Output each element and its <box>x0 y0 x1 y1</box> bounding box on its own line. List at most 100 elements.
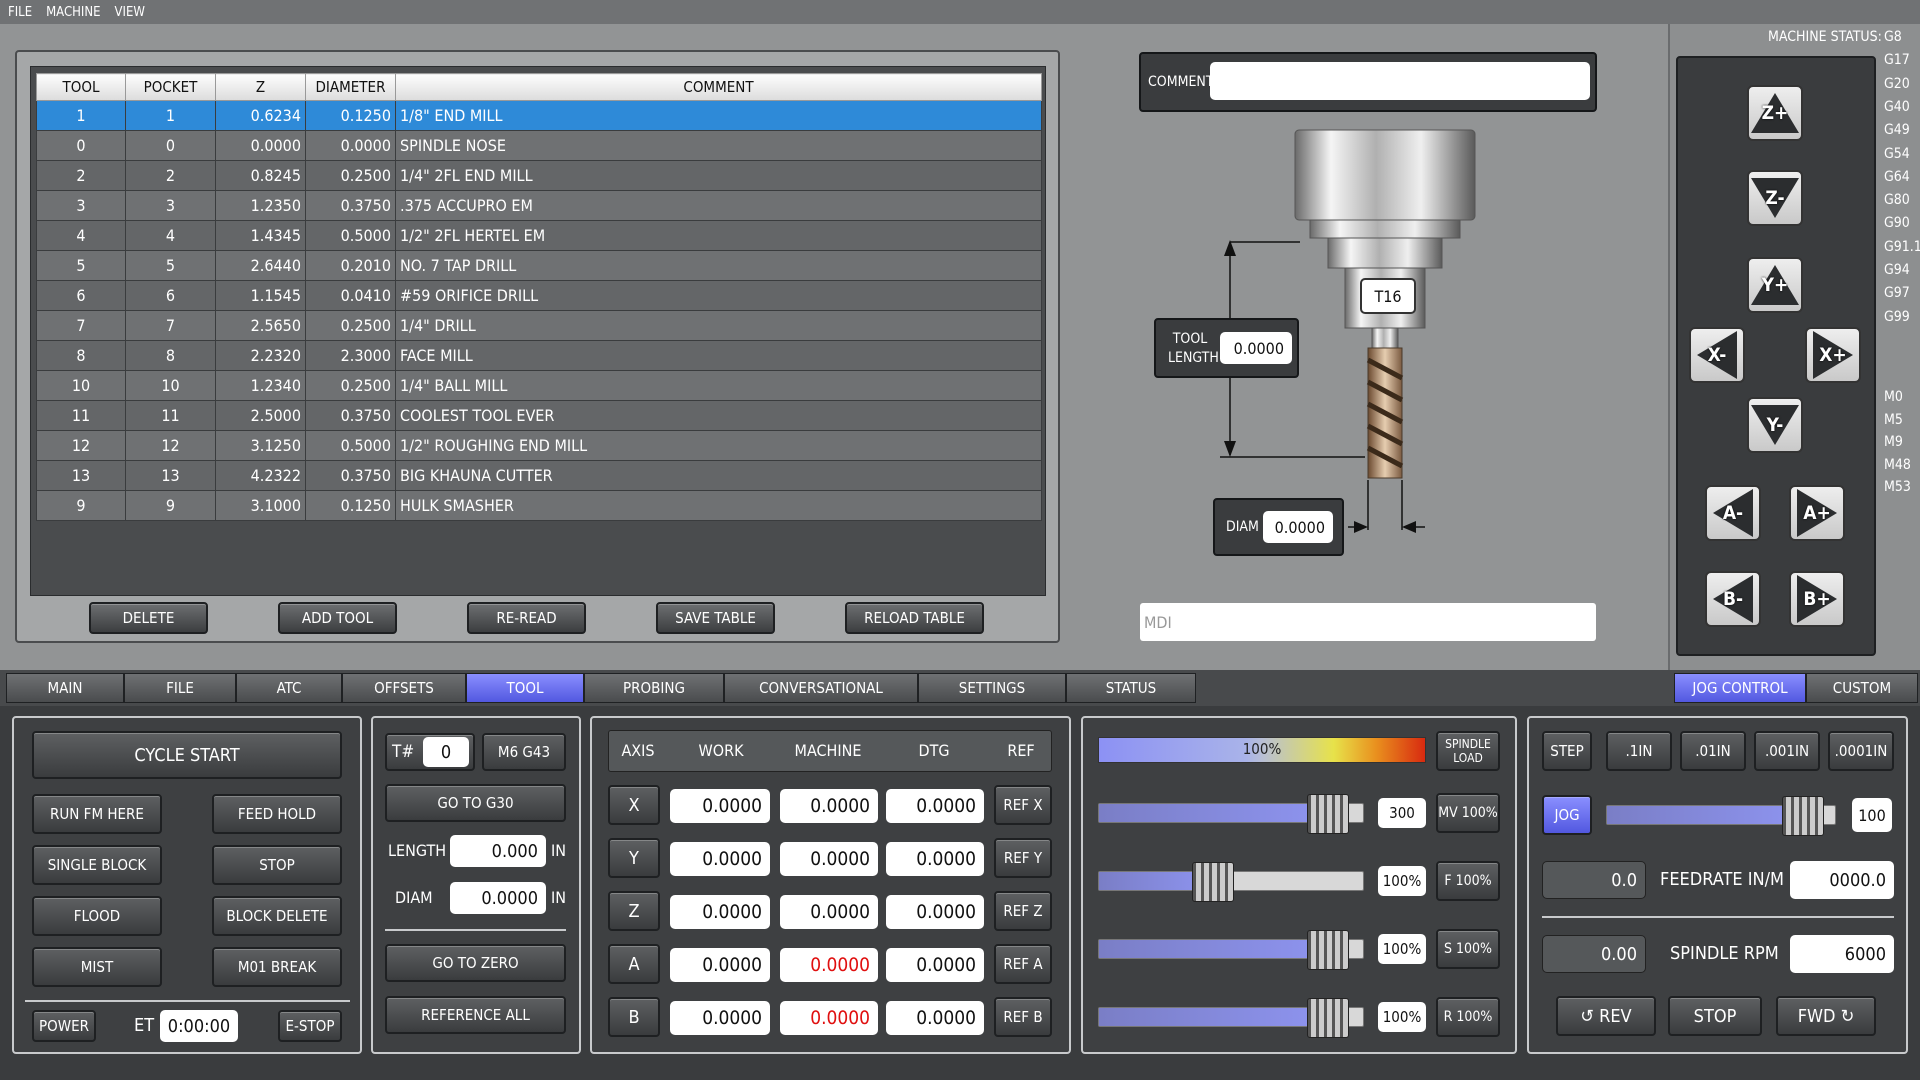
cell-tool[interactable]: 10 <box>36 370 126 401</box>
cell-comment[interactable]: HULK SMASHER <box>395 490 1042 521</box>
inc-00001-button[interactable]: .0001IN <box>1828 731 1894 771</box>
mdi-input[interactable]: MDI <box>1140 603 1596 641</box>
cell-comment[interactable]: #59 ORIFICE DRILL <box>395 280 1042 311</box>
table-row[interactable]: 13 13 4.2322 0.3750 BIG KHAUNA CUTTER <box>36 460 1042 491</box>
tab-probing[interactable]: PROBING <box>584 673 724 703</box>
rapid-override-thumb[interactable] <box>1306 998 1349 1038</box>
cell-diameter[interactable]: 0.3750 <box>305 400 396 431</box>
cell-comment[interactable]: FACE MILL <box>395 340 1042 371</box>
feed-override-slider[interactable] <box>1098 862 1364 902</box>
cell-comment[interactable]: NO. 7 TAP DRILL <box>395 250 1042 281</box>
ref-b-button[interactable]: REF B <box>994 997 1052 1037</box>
power-button[interactable]: POWER <box>32 1010 96 1042</box>
cell-diameter[interactable]: 0.5000 <box>305 220 396 251</box>
jog-zminus-button[interactable]: Z- <box>1747 170 1803 226</box>
cell-tool[interactable]: 3 <box>36 190 126 221</box>
cell-z[interactable]: 3.1000 <box>215 490 306 521</box>
jog-rate-thumb[interactable] <box>1781 796 1824 836</box>
jog-button[interactable]: JOG <box>1542 795 1592 835</box>
menu-view[interactable]: VIEW <box>115 5 145 20</box>
work-y-value[interactable]: 0.0000 <box>670 842 770 876</box>
cell-diameter[interactable]: 0.2500 <box>305 370 396 401</box>
tab-custom[interactable]: CUSTOM <box>1806 673 1918 703</box>
table-row[interactable]: 6 6 1.1545 0.0410 #59 ORIFICE DRILL <box>36 280 1042 311</box>
jog-yminus-button[interactable]: Y- <box>1747 397 1803 453</box>
cell-z[interactable]: 2.6440 <box>215 250 306 281</box>
cell-tool[interactable]: 0 <box>36 130 126 161</box>
tab-main[interactable]: MAIN <box>6 673 124 703</box>
cell-comment[interactable]: 1/4" BALL MILL <box>395 370 1042 401</box>
cell-pocket[interactable]: 8 <box>125 340 216 371</box>
reload-table-button[interactable]: RELOAD TABLE <box>845 602 984 634</box>
cell-z[interactable]: 1.2340 <box>215 370 306 401</box>
cell-z[interactable]: 1.1545 <box>215 280 306 311</box>
cell-comment[interactable]: 1/4" 2FL END MILL <box>395 160 1042 191</box>
table-row[interactable]: 12 12 3.1250 0.5000 1/2" ROUGHING END MILL <box>36 430 1042 461</box>
jog-yplus-button[interactable]: Y+ <box>1747 257 1803 313</box>
spindle-fwd-button[interactable]: FWD ↻ <box>1776 996 1876 1036</box>
m6-g43-button[interactable]: M6 G43 <box>482 733 566 771</box>
work-x-value[interactable]: 0.0000 <box>670 789 770 823</box>
cell-pocket[interactable]: 3 <box>125 190 216 221</box>
col-z[interactable]: Z <box>215 73 306 101</box>
cell-comment[interactable]: 1/4" DRILL <box>395 310 1042 341</box>
tab-settings[interactable]: SETTINGS <box>918 673 1066 703</box>
feed-hold-button[interactable]: FEED HOLD <box>212 794 342 834</box>
add-tool-button[interactable]: ADD TOOL <box>278 602 397 634</box>
ref-x-button[interactable]: REF X <box>994 785 1052 825</box>
delete-tool-button[interactable]: DELETE <box>89 602 208 634</box>
cell-comment[interactable]: 1/2" ROUGHING END MILL <box>395 430 1042 461</box>
cell-diameter[interactable]: 0.5000 <box>305 430 396 461</box>
comment-input[interactable] <box>1210 62 1590 100</box>
cell-tool[interactable]: 5 <box>36 250 126 281</box>
flood-button[interactable]: FLOOD <box>32 896 162 936</box>
cell-diameter[interactable]: 0.2010 <box>305 250 396 281</box>
cell-tool[interactable]: 8 <box>36 340 126 371</box>
go-to-zero-button[interactable]: GO TO ZERO <box>385 944 566 982</box>
cell-pocket[interactable]: 2 <box>125 160 216 191</box>
spindle-override-slider[interactable] <box>1098 930 1364 970</box>
table-row[interactable]: 2 2 0.8245 0.2500 1/4" 2FL END MILL <box>36 160 1042 191</box>
cell-diameter[interactable]: 0.2500 <box>305 160 396 191</box>
table-row[interactable]: 7 7 2.5650 0.2500 1/4" DRILL <box>36 310 1042 341</box>
tab-tool[interactable]: TOOL <box>466 673 584 703</box>
inc-01-button[interactable]: .1IN <box>1606 731 1672 771</box>
feed-override-thumb[interactable] <box>1192 862 1235 902</box>
tab-file[interactable]: FILE <box>124 673 236 703</box>
spindle-rev-button[interactable]: ↺ REV <box>1556 996 1656 1036</box>
cell-pocket[interactable]: 12 <box>125 430 216 461</box>
cell-diameter[interactable]: 0.3750 <box>305 460 396 491</box>
cell-tool[interactable]: 6 <box>36 280 126 311</box>
jog-bplus-button[interactable]: B+ <box>1789 571 1845 627</box>
jog-rate-slider[interactable] <box>1606 796 1836 836</box>
cell-pocket[interactable]: 11 <box>125 400 216 431</box>
cell-z[interactable]: 0.0000 <box>215 130 306 161</box>
work-b-value[interactable]: 0.0000 <box>670 1001 770 1035</box>
table-row[interactable]: 3 3 1.2350 0.3750.375 ACCUPRO EM <box>36 190 1042 221</box>
table-row[interactable]: 8 8 2.2320 2.3000 FACE MILL <box>36 340 1042 371</box>
cell-z[interactable]: 0.6234 <box>215 100 306 131</box>
cell-z[interactable]: 4.2322 <box>215 460 306 491</box>
ref-y-button[interactable]: REF Y <box>994 838 1052 878</box>
spindle-override-thumb[interactable] <box>1306 930 1349 970</box>
spindle-override-reset-button[interactable]: S 100% <box>1436 929 1500 969</box>
cell-diameter[interactable]: 0.1250 <box>305 490 396 521</box>
table-row[interactable]: 0 0 0.0000 0.0000 SPINDLE NOSE <box>36 130 1042 161</box>
spindle-rpm-input[interactable]: 6000 <box>1790 935 1894 973</box>
jog-xminus-button[interactable]: X- <box>1689 327 1745 383</box>
rapid-override-reset-button[interactable]: R 100% <box>1436 997 1500 1037</box>
cell-diameter[interactable]: 0.0410 <box>305 280 396 311</box>
tab-conversational[interactable]: CONVERSATIONAL <box>724 673 918 703</box>
cell-diameter[interactable]: 0.1250 <box>305 100 396 131</box>
table-row[interactable]: 5 5 2.6440 0.2010 NO. 7 TAP DRILL <box>36 250 1042 281</box>
menu-machine[interactable]: MACHINE <box>46 5 100 20</box>
jog-aminus-button[interactable]: A- <box>1705 485 1761 541</box>
cell-comment[interactable]: COOLEST TOOL EVER <box>395 400 1042 431</box>
cell-tool[interactable]: 7 <box>36 310 126 341</box>
cell-tool[interactable]: 1 <box>36 100 126 131</box>
rapid-override-slider[interactable] <box>1098 998 1364 1038</box>
save-table-button[interactable]: SAVE TABLE <box>656 602 775 634</box>
cell-comment[interactable]: SPINDLE NOSE <box>395 130 1042 161</box>
reread-button[interactable]: RE-READ <box>467 602 586 634</box>
cell-diameter[interactable]: 0.2500 <box>305 310 396 341</box>
